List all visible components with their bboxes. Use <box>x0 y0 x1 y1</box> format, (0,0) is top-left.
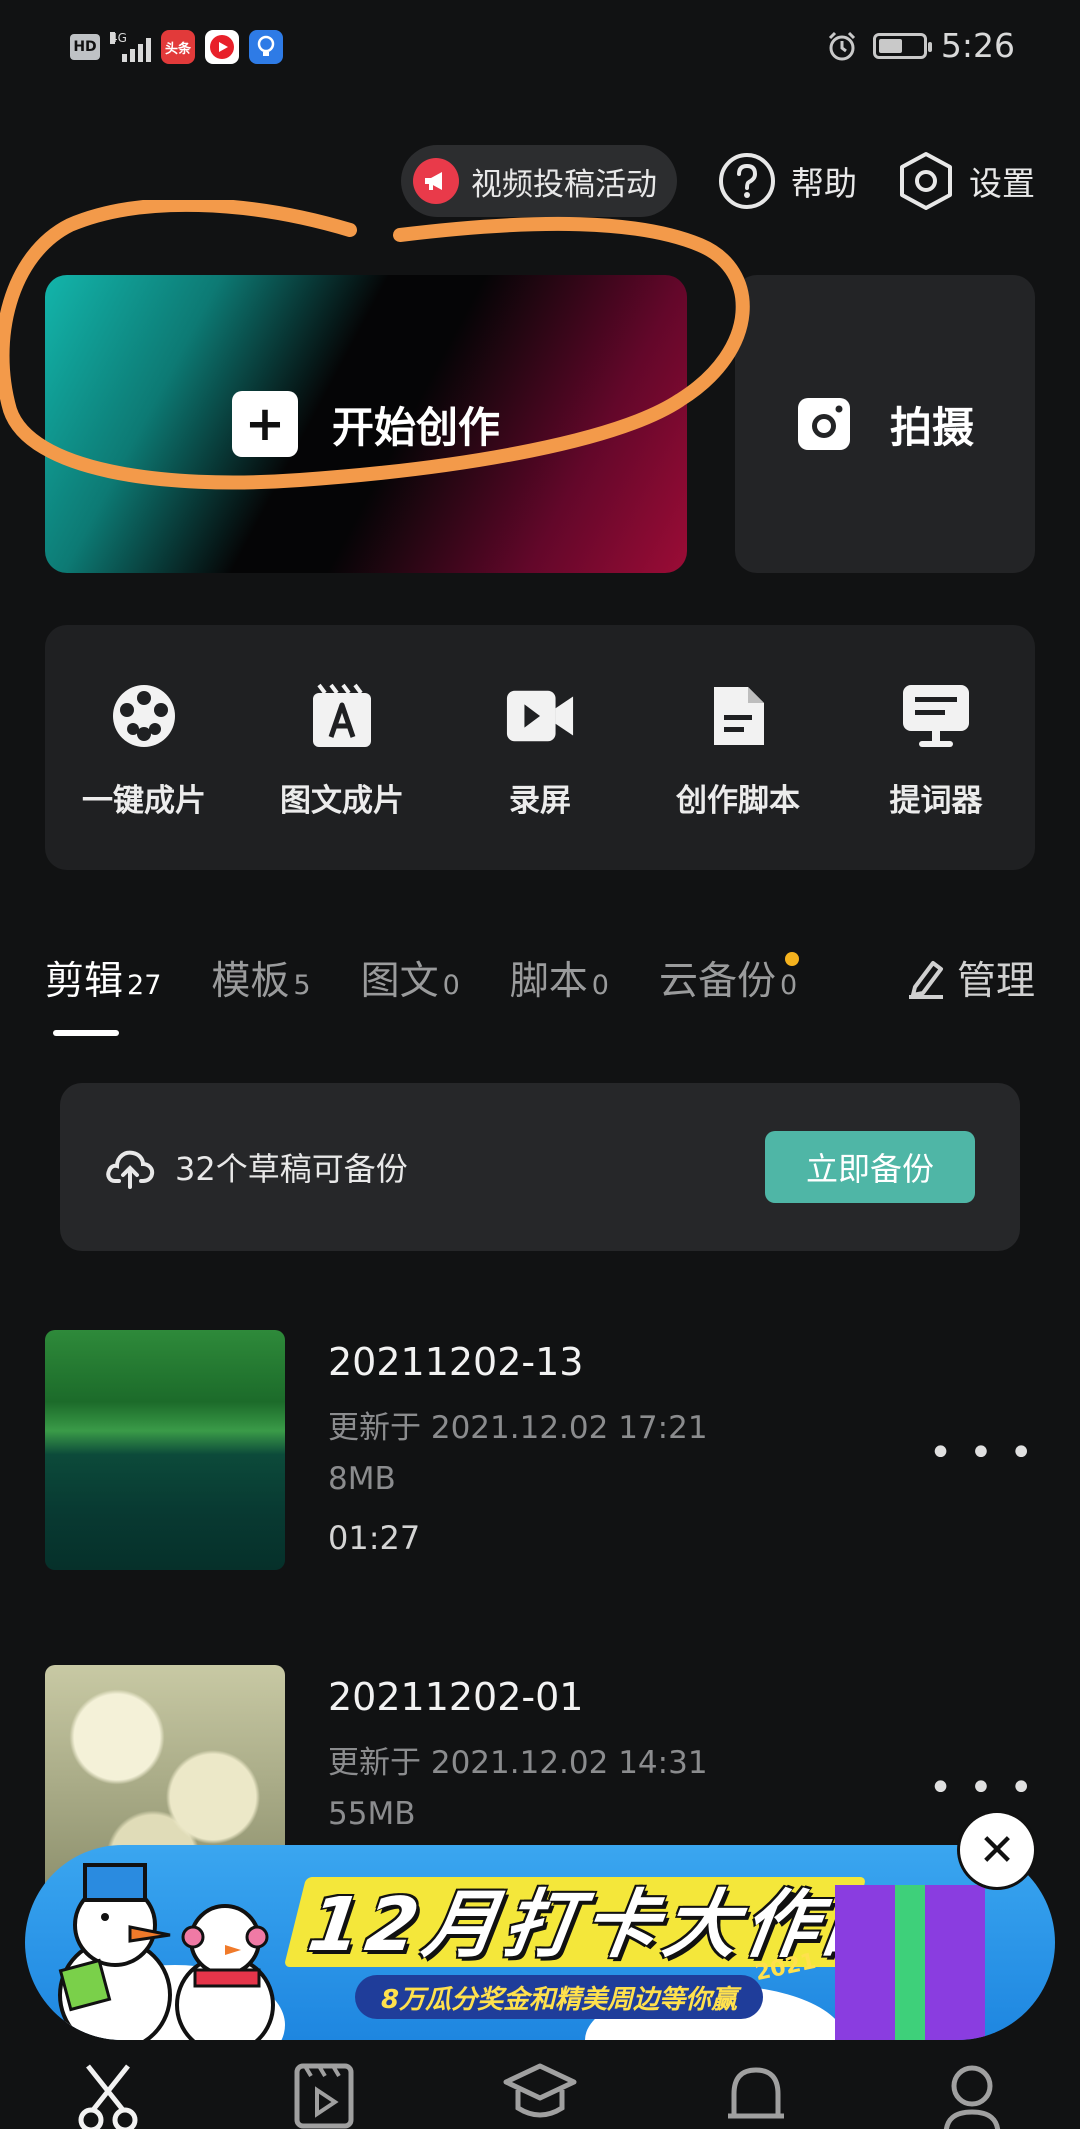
bottom-nav <box>0 2060 1080 2129</box>
signal-icon: 4G <box>110 32 151 62</box>
draft-updated: 更新于 2021.12.02 14:31 <box>328 1745 708 1781</box>
draft-info: 20211202-01 更新于 2021.12.02 14:31 55MB <box>328 1675 708 1832</box>
manage-button[interactable]: 管理 <box>907 950 1035 1006</box>
status-left: HD 4G 头条 <box>70 30 283 64</box>
banner-subtitle-pill: 8万瓜分奖金和精美周边等你赢 <box>355 1975 764 2019</box>
settings-label: 设置 <box>969 164 1035 203</box>
camera-icon <box>797 398 850 450</box>
tool-one-click-video[interactable]: 一键成片 <box>54 681 234 820</box>
bell-icon <box>728 2067 784 2119</box>
help-icon <box>719 153 775 209</box>
script-doc-icon <box>703 681 773 751</box>
snowman-illustration <box>58 1863 275 2040</box>
tab-cloud-backup[interactable]: 云备份 0 <box>659 950 800 1006</box>
tool-creation-script[interactable]: 创作脚本 <box>648 681 828 820</box>
tool-label: 一键成片 <box>82 783 206 819</box>
start-creating-button[interactable]: + 开始创作 <box>45 275 687 573</box>
shoot-button[interactable]: 拍摄 <box>735 275 1035 573</box>
gear-icon <box>900 152 952 210</box>
cloud-upload-icon <box>106 1150 155 1189</box>
status-right: 5:26 <box>825 26 1015 65</box>
screen-record-icon <box>505 681 575 751</box>
draft-name: 20211202-13 <box>328 1340 584 1384</box>
draft-name: 20211202-01 <box>328 1675 584 1719</box>
nav-profile[interactable] <box>932 2060 1012 2129</box>
manage-label: 管理 <box>956 959 1035 1004</box>
film-reel-icon <box>109 681 179 751</box>
backup-text: 32个草稿可备份 <box>175 1150 408 1188</box>
banner-title: 12月打卡大作战 <box>303 1882 911 1968</box>
tool-label: 提词器 <box>889 783 983 819</box>
tool-label: 创作脚本 <box>676 783 800 819</box>
tool-teleprompter[interactable]: 提词器 <box>846 681 1026 820</box>
quick-tools: 一键成片 图文成片 录屏 创作脚本 提词器 <box>45 625 1035 870</box>
clock: 5:26 <box>940 26 1015 65</box>
nav-messages[interactable] <box>716 2060 796 2129</box>
battery-icon <box>872 32 932 59</box>
pencil-icon <box>908 961 943 999</box>
close-banner-button[interactable]: ✕ <box>960 1813 1034 1887</box>
more-options-icon[interactable]: • • • <box>929 1430 1035 1476</box>
header-actions: 视频投稿活动 帮助 设置 <box>401 145 1035 217</box>
nav-edit[interactable] <box>68 2060 148 2129</box>
graduation-cap-icon <box>503 2063 577 2118</box>
project-tabs: 剪辑 27 模板 5 图文 0 脚本 0 云备份 0 <box>45 950 1035 1050</box>
nav-learn[interactable] <box>500 2060 580 2129</box>
nav-templates[interactable] <box>284 2060 364 2129</box>
tab-edit[interactable]: 剪辑 27 <box>45 950 161 1036</box>
megaphone-icon <box>413 158 459 204</box>
start-creating-label: 开始创作 <box>331 402 500 452</box>
alarm-icon <box>828 31 855 60</box>
status-bar: HD 4G 头条 5:26 <box>0 0 1080 90</box>
draft-updated: 更新于 2021.12.02 17:21 <box>328 1410 708 1446</box>
tab-image-text[interactable]: 图文 0 <box>361 950 460 1006</box>
scissors-icon <box>78 2064 138 2129</box>
tool-text-to-video[interactable]: 图文成片 <box>252 681 432 820</box>
banner-subtitle: 8万瓜分奖金和精美周边等你赢 <box>381 1984 738 2015</box>
bulb-app-icon <box>249 30 283 64</box>
tab-script[interactable]: 脚本 0 <box>510 950 609 1006</box>
draft-size: 8MB <box>328 1461 396 1497</box>
video-app-icon <box>205 30 239 64</box>
backup-banner: 32个草稿可备份 立即备份 <box>60 1083 1020 1251</box>
draft-info: 20211202-13 更新于 2021.12.02 17:21 8MB 01:… <box>328 1340 708 1557</box>
hd-badge: HD <box>70 34 100 60</box>
gift-box-illustration <box>835 1885 985 2040</box>
plus-icon: + <box>231 391 298 457</box>
draft-duration: 01:27 <box>328 1519 421 1557</box>
teleprompter-icon <box>901 681 971 751</box>
tool-label: 录屏 <box>509 783 571 819</box>
draft-size: 55MB <box>328 1796 416 1832</box>
tool-screen-record[interactable]: 录屏 <box>450 681 630 820</box>
settings-button[interactable]: 设置 <box>897 150 1035 212</box>
draft-item[interactable]: 20211202-13 更新于 2021.12.02 17:21 8MB 01:… <box>45 1330 1035 1570</box>
campaign-label: 视频投稿活动 <box>471 166 657 203</box>
shoot-label: 拍摄 <box>889 402 974 452</box>
draft-thumbnail <box>45 1330 285 1570</box>
promo-banner[interactable]: 12月打卡大作战 8万瓜分奖金和精美周边等你赢 2021 <box>25 1845 1055 2040</box>
text-to-video-icon <box>307 681 377 751</box>
tab-template[interactable]: 模板 5 <box>211 950 310 1006</box>
new-dot <box>785 952 800 966</box>
help-label: 帮助 <box>791 164 857 203</box>
template-play-icon <box>294 2063 354 2129</box>
toutiao-app-icon: 头条 <box>161 30 195 64</box>
tool-label: 图文成片 <box>280 783 404 819</box>
more-options-icon[interactable]: • • • <box>929 1765 1035 1811</box>
backup-now-button[interactable]: 立即备份 <box>765 1131 975 1203</box>
video-campaign-button[interactable]: 视频投稿活动 <box>401 145 677 217</box>
profile-icon <box>943 2065 1001 2129</box>
help-button[interactable]: 帮助 <box>717 151 857 211</box>
